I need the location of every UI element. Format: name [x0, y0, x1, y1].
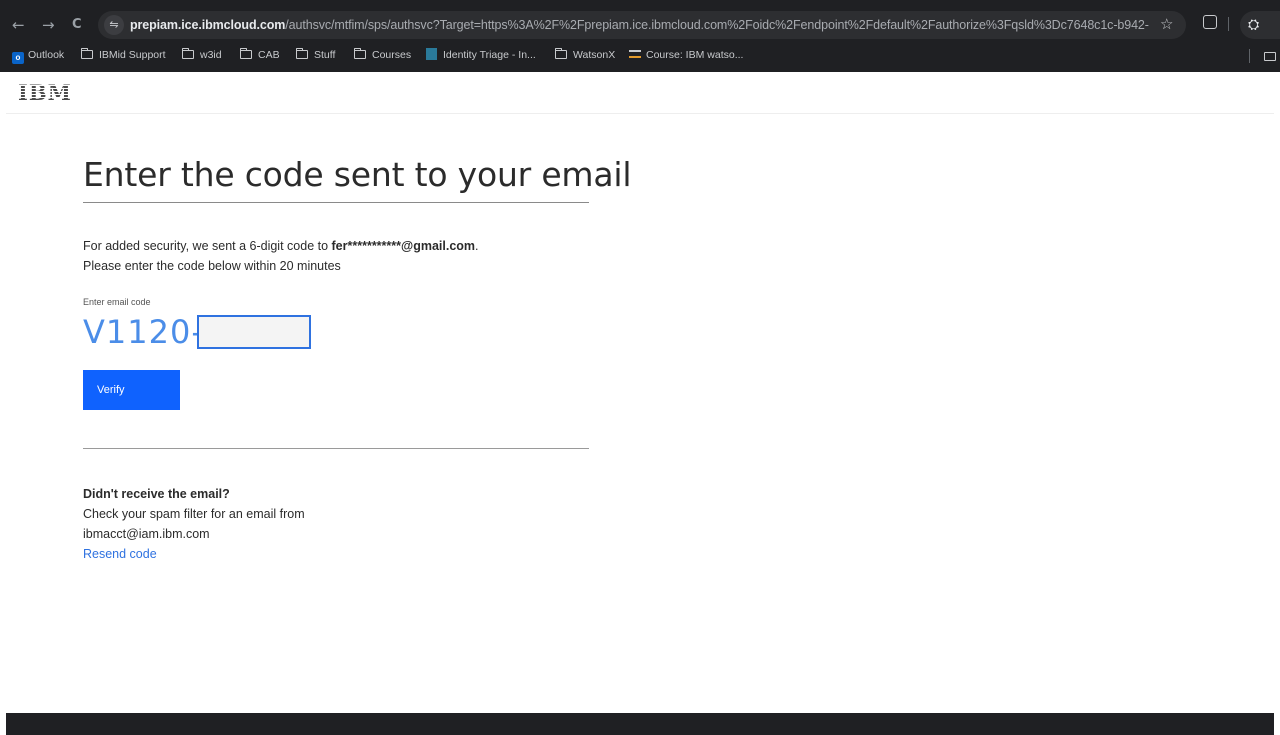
section-divider	[83, 448, 589, 449]
back-button[interactable]: ←	[12, 16, 25, 34]
bookmarks-divider	[1249, 49, 1250, 63]
bookmark-star-icon[interactable]: ☆	[1160, 15, 1173, 33]
help-email: ibmacct@iam.ibm.com	[83, 527, 210, 541]
url-text[interactable]: prepiam.ice.ibmcloud.com/authsvc/mtfim/s…	[130, 17, 1150, 33]
bookmark-label: CAB	[258, 49, 280, 61]
bookmark-label: Outlook	[28, 49, 65, 61]
document-icon	[426, 48, 437, 60]
folder-icon	[80, 47, 93, 59]
toolbar-divider	[1228, 17, 1229, 31]
bookmark-outlook[interactable]: o Outlook	[12, 48, 64, 64]
instructions-suffix: .	[475, 239, 479, 253]
code-row: V1120-	[83, 312, 589, 352]
extensions-icon[interactable]	[1203, 15, 1217, 29]
bookmark-label: Courses	[372, 49, 412, 61]
instructions-prefix: For added security, we sent a 6-digit co…	[83, 239, 332, 253]
verify-button[interactable]: Verify	[83, 370, 180, 410]
address-row: ← → C ⇋ prepiam.ice.ibmcloud.com/authsvc…	[0, 8, 1280, 42]
masked-email: fer***********@gmail.com	[331, 239, 476, 253]
help-title: Didn't receive the email?	[83, 487, 230, 501]
url-host: prepiam.ice.ibmcloud.com	[130, 18, 286, 32]
help-section: Didn't receive the email? Check your spa…	[83, 484, 483, 564]
bookmark-label: IBMid Support	[99, 49, 166, 61]
code-prefix: V1120-	[83, 313, 204, 351]
bookmark-course-ibm-watso[interactable]: Course: IBM watso...	[629, 48, 743, 62]
bookmark-label: Stuff	[314, 49, 336, 61]
bookmark-label: w3id	[200, 49, 222, 61]
folder-icon	[295, 47, 308, 59]
bookmark-w3id[interactable]: w3id	[181, 47, 222, 62]
profile-icon[interactable]: ⛭	[1240, 11, 1280, 39]
resend-code-link[interactable]: Resend code	[83, 544, 483, 564]
verification-form: Enter the code sent to your email For ad…	[83, 150, 632, 561]
bookmark-ibmid-support[interactable]: IBMid Support	[80, 47, 166, 62]
site-settings-icon[interactable]: ⇋	[104, 15, 124, 35]
code-label: Enter email code	[83, 297, 151, 307]
bookmark-label: Course: IBM watso...	[646, 49, 744, 61]
bookmark-label: Identity Triage - In...	[443, 49, 536, 61]
course-icon	[629, 50, 641, 58]
folder-icon	[181, 47, 194, 59]
ibm-logo[interactable]: IBM	[18, 82, 72, 104]
help-line1: Check your spam filter for an email from	[83, 507, 305, 521]
ibm-header: IBM	[6, 72, 1274, 114]
instructions: For added security, we sent a 6-digit co…	[83, 236, 589, 276]
bookmarks-bar: o Outlook IBMid Support w3id CAB Stuff Co…	[0, 44, 1280, 66]
other-bookmarks-folder-icon[interactable]	[1264, 52, 1276, 61]
url-path: /authsvc/mtfim/sps/authsvc?Target=https%…	[285, 18, 1150, 32]
bookmark-courses[interactable]: Courses	[353, 47, 412, 62]
forward-button[interactable]: →	[42, 16, 55, 34]
code-input[interactable]	[197, 315, 311, 349]
ibm-logo-text: IBM	[18, 80, 72, 105]
address-bar[interactable]: ⇋ prepiam.ice.ibmcloud.com/authsvc/mtfim…	[98, 11, 1186, 39]
reload-button[interactable]: C	[72, 16, 82, 34]
bookmark-stuff[interactable]: Stuff	[295, 47, 336, 62]
folder-icon	[353, 47, 366, 59]
outlook-icon: o	[12, 52, 24, 64]
instructions-line2: Please enter the code below within 20 mi…	[83, 259, 341, 273]
bookmark-watsonx[interactable]: WatsonX	[554, 47, 616, 62]
folder-icon	[554, 47, 567, 59]
title-divider	[83, 202, 589, 203]
browser-chrome: ← → C ⇋ prepiam.ice.ibmcloud.com/authsvc…	[0, 0, 1280, 72]
bookmark-identity-triage[interactable]: Identity Triage - In...	[426, 48, 536, 62]
footer-bar	[6, 713, 1274, 735]
bookmark-label: WatsonX	[573, 49, 616, 61]
bookmark-cab[interactable]: CAB	[239, 47, 280, 62]
folder-icon	[239, 47, 252, 59]
page-title: Enter the code sent to your email	[83, 155, 632, 194]
